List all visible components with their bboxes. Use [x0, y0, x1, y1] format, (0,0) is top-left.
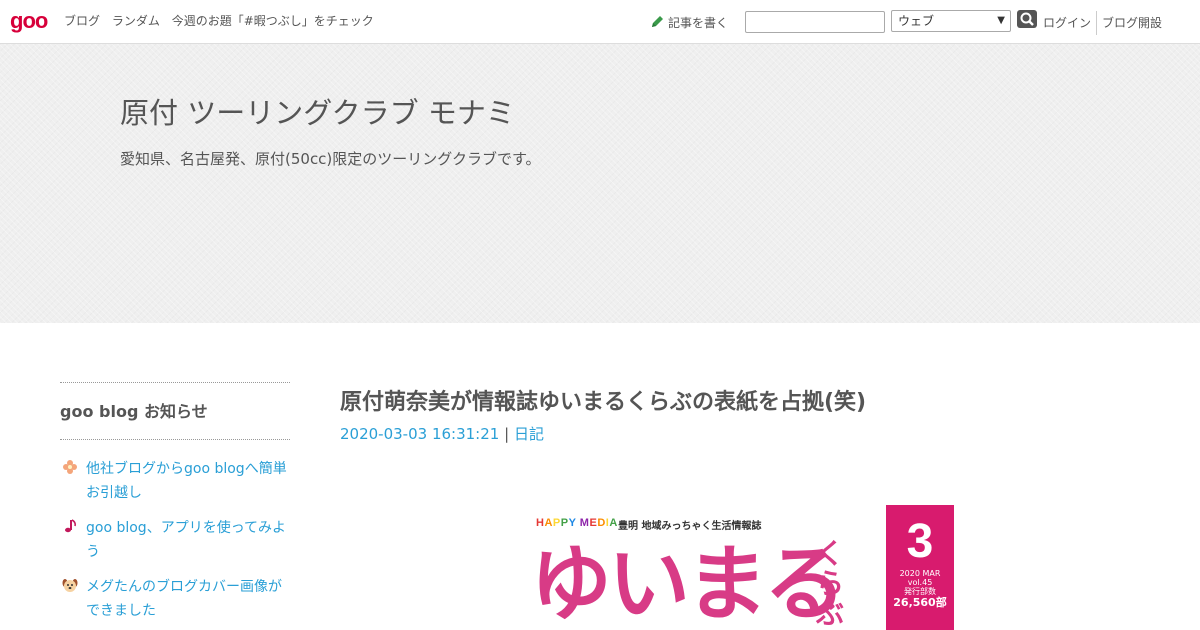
post-title[interactable]: 原付萌奈美が情報誌ゆいまるくらぶの表紙を占拠(笑)	[340, 388, 1140, 418]
blog-title[interactable]: 原付 ツーリングクラブ モナミ	[120, 90, 515, 132]
post-datetime[interactable]: 2020-03-03 16:31:21	[340, 425, 499, 443]
post-meta: 2020-03-03 16:31:21 | 日記	[340, 424, 1140, 444]
nav-random[interactable]: ランダム	[112, 14, 160, 28]
blog-description: 愛知県、名古屋発、原付(50cc)限定のツーリングクラブです。	[120, 150, 541, 168]
cover-volume: vol.45	[907, 578, 933, 587]
write-article-label: 記事を書く	[668, 16, 729, 30]
magazine-cover-image[interactable]: HAPPY MEDIA 豊明 地域みっちゃく生活情報誌 ゆいまる くらぶ 3 2…	[514, 505, 954, 630]
goo-logo[interactable]: goo	[10, 9, 48, 33]
sidebar-heading: goo blog お知らせ	[60, 402, 208, 421]
dog-face-icon	[62, 579, 78, 592]
notice-item-app[interactable]: goo blog、アプリを使ってみよう	[60, 516, 290, 564]
cover-issue: 2020 MAR	[899, 569, 941, 578]
sparkle-icon	[63, 460, 77, 474]
cover-issue-box: 3 2020 MAR vol.45 発行部数 26,560部	[886, 505, 954, 630]
topbar-divider	[1096, 11, 1097, 35]
notice-item-label: メグたんのブログカバー画像ができました	[86, 579, 282, 619]
login-link[interactable]: ログイン	[1043, 15, 1091, 31]
cover-print-label: 発行部数	[904, 587, 936, 596]
top-nav: ブログ ランダム 今週のお題「#暇つぶし」をチェック	[64, 13, 382, 29]
cover-subtitle: 豊明 地域みっちゃく生活情報誌	[618, 521, 762, 532]
top-bar: goo ブログ ランダム 今週のお題「#暇つぶし」をチェック 記事を書く ウェブ…	[0, 0, 1200, 44]
nav-weekly-topic[interactable]: 今週のお題「#暇つぶし」をチェック	[172, 14, 374, 28]
search-button[interactable]	[1017, 10, 1037, 28]
open-blog-link[interactable]: ブログ開設	[1102, 15, 1162, 31]
blog-header-banner: 原付 ツーリングクラブ モナミ 愛知県、名古屋発、原付(50cc)限定のツーリン…	[0, 44, 1200, 323]
main-article: 原付萌奈美が情報誌ゆいまるくらぶの表紙を占拠(笑) 2020-03-03 16:…	[340, 388, 1140, 444]
cover-month: 3	[906, 515, 934, 568]
notice-item-label: goo blog、アプリを使ってみよう	[86, 520, 286, 560]
cover-logo-suffix: くらぶ	[816, 537, 845, 630]
meta-separator: |	[504, 425, 510, 443]
music-note-icon	[65, 519, 76, 533]
notice-item-label: 他社ブログからgoo blogへ簡単お引越し	[86, 461, 287, 501]
search-input[interactable]	[745, 11, 885, 33]
nav-blog[interactable]: ブログ	[64, 14, 100, 28]
cover-count: 26,560部	[893, 596, 947, 609]
notice-item-migration[interactable]: 他社ブログからgoo blogへ簡単お引越し	[60, 457, 290, 505]
notice-item-cover-image[interactable]: メグたんのブログカバー画像ができました	[60, 575, 290, 623]
magnifier-icon	[1020, 12, 1034, 26]
post-category[interactable]: 日記	[514, 425, 544, 443]
sidebar-divider	[60, 439, 290, 440]
search-scope-value: ウェブ	[898, 14, 935, 28]
dropdown-arrow-icon: ▼	[997, 15, 1005, 26]
notice-list: 他社ブログからgoo blogへ簡単お引越し goo blog、アプリを使ってみ…	[60, 457, 290, 623]
search-scope-select[interactable]: ウェブ ▼	[891, 10, 1011, 32]
cover-logo: ゆいまる	[530, 537, 846, 630]
cover-brand: HAPPY MEDIA	[536, 517, 618, 529]
write-article-link[interactable]: 記事を書く	[650, 15, 728, 31]
pencil-icon	[652, 16, 663, 27]
sidebar: goo blog お知らせ 他社ブログからgoo blogへ簡単お引越し goo…	[60, 382, 290, 630]
